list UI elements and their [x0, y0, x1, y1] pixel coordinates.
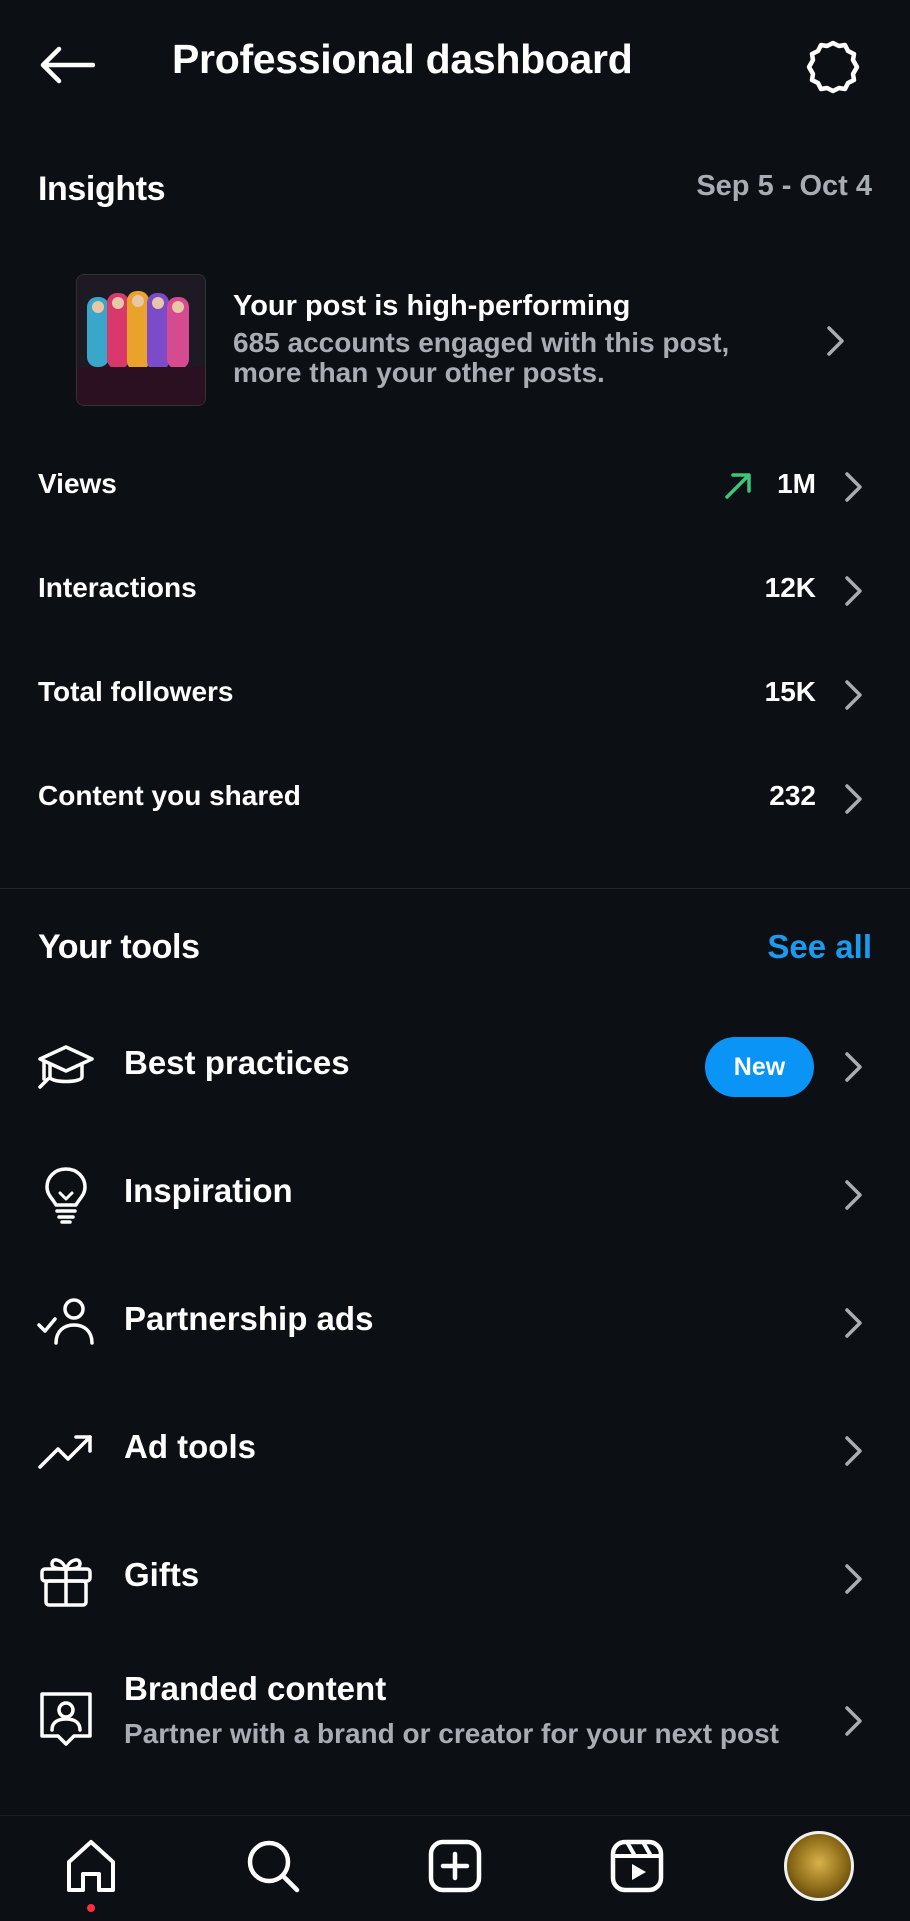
tool-inspiration[interactable]: Inspiration	[0, 1140, 910, 1250]
tool-partnership-ads[interactable]: Partnership ads	[0, 1268, 910, 1378]
nav-reels[interactable]	[592, 1826, 682, 1906]
metric-row-total-followers[interactable]: Total followers 15K	[0, 650, 910, 740]
metric-label: Total followers	[38, 676, 234, 707]
insights-title: Insights	[38, 170, 166, 208]
gift-icon	[40, 1558, 92, 1607]
metric-label: Interactions	[38, 572, 197, 603]
tool-label: Ad tools	[124, 1428, 256, 1465]
metric-label: Views	[38, 468, 117, 499]
nav-search[interactable]	[228, 1826, 318, 1906]
nav-profile[interactable]	[774, 1826, 864, 1906]
reels-icon	[610, 1839, 664, 1893]
chevron-right-icon	[845, 1436, 862, 1466]
chevron-right-icon	[827, 326, 844, 356]
chevron-right-icon	[845, 1052, 862, 1082]
metric-value: 232	[769, 780, 816, 811]
tool-subtitle: Partner with a brand or creator for your…	[124, 1718, 780, 1749]
tool-label: Gifts	[124, 1556, 200, 1593]
chevron-right-icon	[845, 784, 862, 814]
metric-row-interactions[interactable]: Interactions 12K	[0, 546, 910, 636]
tools-title: Your tools	[38, 928, 200, 966]
chevron-right-icon	[845, 576, 862, 606]
tool-label: Inspiration	[124, 1172, 293, 1209]
graduation-cap-icon	[38, 1045, 94, 1089]
trending-up-icon	[38, 1435, 92, 1469]
post-title: Your post is high-performing	[233, 290, 631, 322]
high-performing-post-card[interactable]: Your post is high-performing 685 account…	[0, 262, 910, 422]
metric-value: 15K	[764, 676, 816, 707]
header: Professional dashboard	[0, 0, 910, 125]
settings-button[interactable]	[800, 38, 866, 96]
chevron-right-icon	[845, 1180, 862, 1210]
post-thumbnail	[76, 274, 206, 406]
chevron-right-icon	[845, 680, 862, 710]
tool-best-practices[interactable]: Best practices New	[0, 1012, 910, 1122]
metric-row-content-shared[interactable]: Content you shared 232	[0, 754, 910, 844]
back-button[interactable]	[34, 40, 98, 90]
home-icon	[67, 1840, 115, 1892]
chevron-right-icon	[845, 1564, 862, 1594]
settings-icon	[806, 40, 860, 94]
lightbulb-icon	[45, 1167, 87, 1224]
chevron-right-icon	[845, 472, 862, 502]
chevron-right-icon	[845, 1706, 862, 1736]
arrow-left-icon	[40, 46, 95, 84]
create-icon	[428, 1839, 482, 1893]
page-title: Professional dashboard	[172, 36, 633, 82]
tool-branded-content[interactable]: Branded content Partner with a brand or …	[0, 1656, 910, 1786]
tool-label: Best practices	[124, 1044, 350, 1081]
nav-create[interactable]	[410, 1826, 500, 1906]
nav-home[interactable]	[46, 1826, 136, 1906]
see-all-link[interactable]: See all	[767, 928, 872, 966]
chevron-right-icon	[845, 1308, 862, 1338]
tool-gifts[interactable]: Gifts	[0, 1524, 910, 1634]
metric-row-views[interactable]: Views 1M	[0, 442, 910, 532]
trend-up-icon	[725, 473, 751, 499]
tool-label: Branded content	[124, 1670, 387, 1707]
bottom-nav	[0, 1815, 910, 1921]
tool-label: Partnership ads	[124, 1300, 374, 1337]
metric-value: 1M	[777, 468, 816, 499]
metric-label: Content you shared	[38, 780, 301, 811]
search-icon	[247, 1840, 300, 1893]
metric-value: 12K	[764, 572, 816, 603]
tool-ad-tools[interactable]: Ad tools	[0, 1396, 910, 1506]
profile-avatar	[784, 1831, 854, 1901]
notification-dot	[87, 1904, 95, 1912]
section-divider	[0, 888, 910, 889]
new-badge: New	[705, 1037, 814, 1097]
person-check-icon	[37, 1298, 94, 1345]
post-description: 685 accounts engaged with this post, mor…	[233, 327, 730, 388]
branded-content-icon	[40, 1692, 92, 1746]
date-range[interactable]: Sep 5 - Oct 4	[696, 170, 872, 203]
